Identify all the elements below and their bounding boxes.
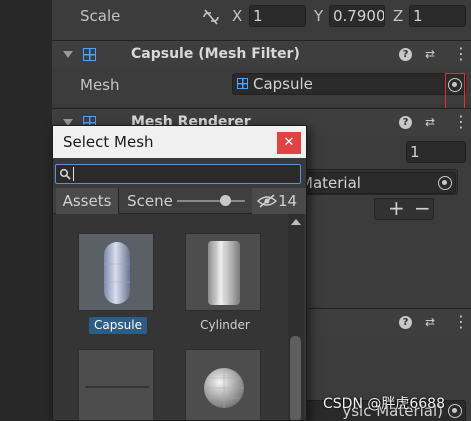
component-menu-icon[interactable]: ⋮ [453, 46, 469, 62]
window-title: Select Mesh [53, 126, 306, 158]
mesh-filter-title: Capsule (Mesh Filter) [131, 46, 300, 62]
component-menu-icon[interactable]: ⋮ [453, 114, 469, 130]
zoom-slider-track[interactable] [177, 200, 245, 202]
capsule-preview [78, 233, 154, 311]
capsule-icon [104, 242, 130, 304]
component-menu-icon[interactable]: ⋮ [453, 314, 469, 330]
add-element-button[interactable]: + [388, 196, 405, 220]
scale-z-field[interactable]: 1 [409, 5, 466, 27]
remove-element-button[interactable]: − [414, 196, 431, 220]
scroll-up-arrow-icon[interactable] [291, 219, 301, 225]
physic-material-picker-icon[interactable] [448, 404, 462, 418]
scale-label: Scale [80, 7, 121, 25]
sphere-preview [185, 349, 261, 420]
material-picker-icon[interactable] [438, 176, 452, 190]
cylinder-preview [185, 233, 261, 311]
foldout-arrow-icon[interactable] [63, 51, 73, 58]
mesh-label: Mesh [80, 76, 120, 94]
watermark: CSDN @胖虎6688 [323, 396, 445, 412]
scale-x-field[interactable]: 1 [249, 5, 306, 27]
tab-assets[interactable]: Assets [56, 188, 119, 214]
cylinder-icon [208, 241, 240, 305]
grid-item-sphere[interactable] [185, 349, 265, 420]
grid-item-plane[interactable] [78, 349, 158, 420]
grid-item-label: Capsule [89, 317, 147, 334]
scale-x-label[interactable]: X [232, 7, 242, 25]
text-cursor [73, 167, 74, 181]
eye-hidden-icon [257, 194, 277, 208]
highlight-box [445, 73, 465, 113]
sphere-icon [204, 368, 244, 408]
materials-size-field[interactable]: 1 [406, 141, 466, 163]
mesh-filter-header[interactable]: Capsule (Mesh Filter) ? ⇄ ⋮ [52, 40, 471, 68]
zoom-slider-knob[interactable] [220, 195, 232, 206]
grid-item-capsule[interactable]: Capsule [78, 233, 158, 334]
presets-icon[interactable]: ⇄ [425, 316, 439, 328]
tab-scene[interactable]: Scene [123, 188, 177, 214]
asset-grid: Capsule Cylinder [53, 214, 306, 420]
mesh-filter-icon [83, 48, 96, 61]
material-object-field[interactable]: Material [296, 172, 456, 194]
tab-bar: Assets Scene 14 [53, 188, 306, 214]
mesh-object-field[interactable]: Capsule [232, 73, 466, 95]
scale-y-label[interactable]: Y [314, 7, 323, 25]
list-footer: + − [374, 196, 434, 220]
scale-z-label[interactable]: Z [393, 7, 403, 25]
presets-icon[interactable]: ⇄ [425, 48, 439, 60]
presets-icon[interactable]: ⇄ [425, 116, 439, 128]
help-icon[interactable]: ? [399, 316, 412, 329]
mesh-asset-icon [237, 78, 248, 89]
constrain-proportions-icon[interactable] [202, 9, 220, 25]
search-icon [59, 168, 71, 180]
close-button[interactable]: ✕ [277, 132, 301, 154]
grid-item-label: Cylinder [200, 318, 250, 332]
hierarchy-gutter [0, 0, 52, 421]
scrollbar-thumb[interactable] [290, 336, 301, 420]
help-icon[interactable]: ? [399, 48, 412, 61]
search-input[interactable] [55, 164, 301, 184]
grid-item-cylinder[interactable]: Cylinder [185, 233, 265, 334]
scale-row: Scale X 1 Y 0.7900 Z 1 [52, 0, 471, 40]
select-mesh-window: Select Mesh ✕ Assets Scene 14 Capsule Cy… [52, 125, 307, 421]
plane-icon [85, 386, 149, 388]
hidden-toggle[interactable]: 14 [252, 188, 306, 214]
hidden-count: 14 [278, 192, 298, 210]
mesh-row: Mesh Capsule [52, 68, 471, 104]
help-icon[interactable]: ? [399, 116, 412, 129]
scale-y-field[interactable]: 0.7900 [329, 5, 385, 27]
plane-preview [78, 349, 154, 420]
